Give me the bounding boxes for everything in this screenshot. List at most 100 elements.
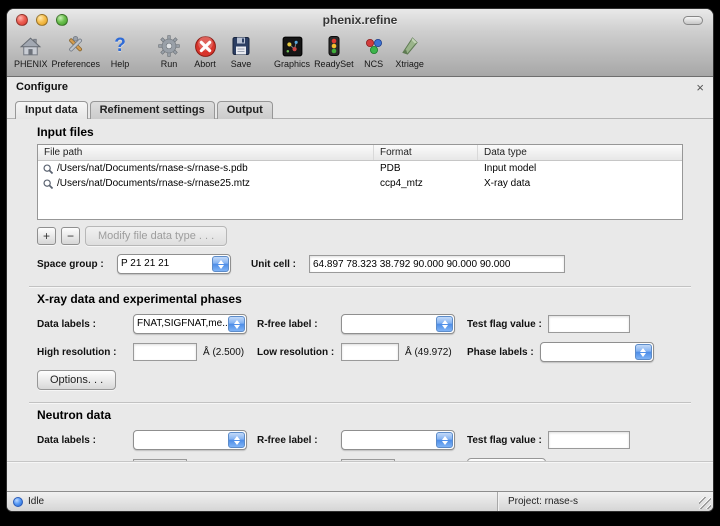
data-type-cell: Input model (478, 163, 682, 174)
tab-refinement-settings[interactable]: Refinement settings (90, 101, 215, 119)
toolbar-button-label: Preferences (52, 59, 101, 69)
xray-rfree-label: R-free label : (257, 319, 341, 330)
section-divider (29, 286, 691, 288)
phenix-refine-window: phenix.refine PHENIX (6, 8, 714, 512)
toolbar-button-label: NCS (364, 59, 383, 69)
toolbar-button-run[interactable]: Run (151, 32, 187, 70)
panel-bottom-strip (7, 461, 713, 491)
toolbar-button-save[interactable]: Save (223, 32, 259, 70)
neutron-rfree-label: R-free label : (257, 435, 341, 446)
ncs-icon (361, 33, 387, 59)
neutron-rfree-dropdown[interactable] (341, 430, 455, 450)
xtriage-icon (397, 33, 423, 59)
xray-low-resolution-hint: Å (49.972) (405, 347, 452, 358)
toolbar-button-readyset[interactable]: ReadySet (312, 32, 356, 70)
neutron-data-labels-dropdown[interactable] (133, 430, 247, 450)
toolbar-button-help[interactable]: ? Help (102, 32, 138, 70)
configure-pane-header: Configure × (7, 77, 713, 97)
add-file-button[interactable]: + (37, 227, 56, 245)
abort-icon (192, 33, 218, 59)
toolbar-button-graphics[interactable]: Graphics (272, 32, 312, 70)
stepper-arrows-icon (228, 432, 245, 448)
stepper-arrows-icon (228, 316, 245, 332)
neutron-test-flag-label: Test flag value : (467, 435, 542, 446)
format-cell: PDB (374, 163, 478, 174)
space-group-combobox[interactable]: P 21 21 21 (117, 254, 231, 274)
table-row[interactable]: /Users/nat/Documents/rnase-s/rnase25.mtz… (38, 176, 682, 191)
search-icon (42, 163, 54, 175)
dropdown-value (342, 431, 435, 449)
stepper-arrows-icon (635, 344, 652, 360)
column-header-file-path[interactable]: File path (38, 145, 374, 160)
combobox-value: P 21 21 21 (118, 255, 211, 273)
data-type-cell: X-ray data (478, 178, 682, 189)
toolbar-button-label: Help (111, 59, 130, 69)
xray-rfree-dropdown[interactable] (341, 314, 455, 334)
close-button[interactable] (16, 14, 28, 26)
toolbar-button-label: Graphics (274, 59, 310, 69)
xray-low-resolution-input[interactable] (341, 343, 399, 361)
unit-cell-label: Unit cell : (251, 259, 309, 270)
toolbar-button-xtriage[interactable]: Xtriage (392, 32, 428, 70)
dropdown-value (342, 315, 435, 333)
xray-high-resolution-input[interactable] (133, 343, 197, 361)
format-cell: ccp4_mtz (374, 178, 478, 189)
toolbar-button-label: Save (231, 59, 252, 69)
stepper-arrows-icon (436, 316, 453, 332)
run-gear-icon (156, 33, 182, 59)
column-header-data-type[interactable]: Data type (478, 145, 682, 160)
stepper-arrows-icon (436, 432, 453, 448)
tab-output[interactable]: Output (217, 101, 273, 119)
dropdown-value: FNAT,SIGFNAT,me... (134, 315, 227, 333)
neutron-test-flag-input[interactable] (548, 431, 630, 449)
toolbar-button-label: Abort (194, 59, 216, 69)
resize-grip[interactable] (699, 497, 711, 509)
configure-title: Configure (16, 81, 68, 93)
zoom-button[interactable] (56, 14, 68, 26)
xray-options-button[interactable]: Options. . . (37, 370, 116, 390)
xray-test-flag-input[interactable] (548, 315, 630, 333)
file-path-cell: /Users/nat/Documents/rnase-s/rnase25.mtz (57, 178, 250, 189)
toolbar-button-phenix[interactable]: PHENIX (12, 32, 50, 70)
input-files-table[interactable]: File path Format Data type /Users/nat/Do… (37, 144, 683, 220)
modify-file-data-type-button[interactable]: Modify file data type . . . (85, 226, 227, 246)
minimize-button[interactable] (36, 14, 48, 26)
configure-close-button[interactable]: × (696, 81, 704, 94)
toolbar-button-ncs[interactable]: NCS (356, 32, 392, 70)
readyset-traffic-light-icon (321, 33, 347, 59)
status-text: Idle (28, 496, 44, 507)
toolbar-button-label: PHENIX (14, 59, 48, 69)
remove-file-button[interactable]: − (61, 227, 80, 245)
toolbar-button-abort[interactable]: Abort (187, 32, 223, 70)
xray-high-resolution-label: High resolution : (37, 347, 133, 358)
xray-phase-labels-dropdown[interactable] (540, 342, 654, 362)
xray-heading: X-ray data and experimental phases (37, 292, 691, 306)
toolbar-toggle-button[interactable] (683, 16, 703, 25)
tab-input-data[interactable]: Input data (15, 101, 88, 119)
toolbar-button-preferences[interactable]: Preferences (50, 32, 103, 70)
input-data-panel: Input files File path Format Data type /… (7, 119, 713, 461)
stepper-arrows-icon (212, 256, 229, 272)
input-files-heading: Input files (37, 125, 691, 139)
unit-cell-input[interactable] (309, 255, 565, 273)
section-divider (29, 402, 691, 404)
neutron-heading: Neutron data (37, 408, 691, 422)
table-header-row: File path Format Data type (38, 145, 682, 161)
xray-high-resolution-hint: Å (2.500) (203, 347, 244, 358)
help-question-icon: ? (107, 33, 133, 59)
xray-data-labels-dropdown[interactable]: FNAT,SIGFNAT,me... (133, 314, 247, 334)
table-body: /Users/nat/Documents/rnase-s/rnase-s.pdb… (38, 161, 682, 219)
table-row[interactable]: /Users/nat/Documents/rnase-s/rnase-s.pdb… (38, 161, 682, 176)
xray-low-resolution-label: Low resolution : (257, 347, 341, 358)
column-header-format[interactable]: Format (374, 145, 478, 160)
toolbar-button-label: Xtriage (395, 59, 424, 69)
status-indicator-icon (13, 497, 23, 507)
xray-phase-labels-label: Phase labels : (467, 347, 534, 358)
preferences-tools-icon (63, 33, 89, 59)
toolbar: PHENIX Preferences ? Help (7, 31, 713, 77)
title-bar[interactable]: phenix.refine (7, 9, 713, 31)
status-bar: Idle Project: rnase-s (7, 491, 713, 511)
window-title: phenix.refine (323, 13, 398, 27)
dropdown-value (134, 431, 227, 449)
file-path-cell: /Users/nat/Documents/rnase-s/rnase-s.pdb (57, 163, 248, 174)
